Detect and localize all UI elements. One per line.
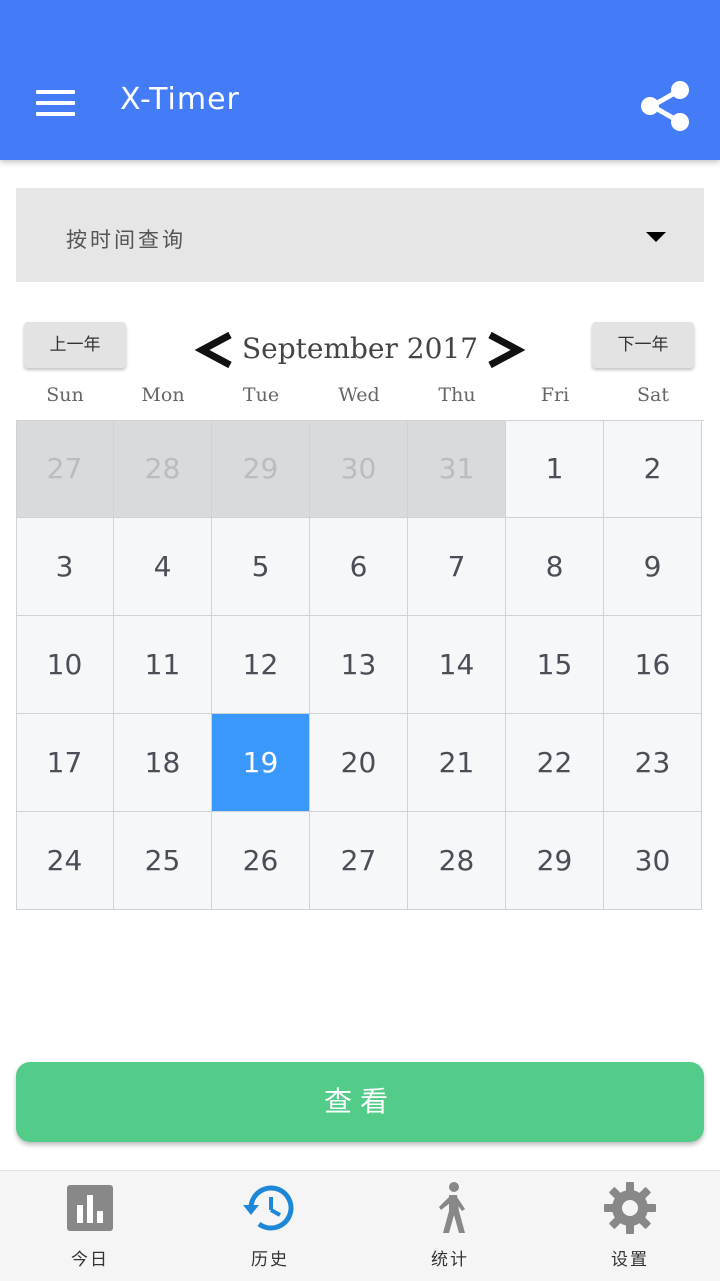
calendar-day[interactable]: 28 <box>408 812 506 910</box>
calendar-day[interactable]: 9 <box>604 518 702 616</box>
calendar-day[interactable]: 7 <box>408 518 506 616</box>
calendar-day[interactable]: 10 <box>16 616 114 714</box>
calendar-day[interactable]: 20 <box>310 714 408 812</box>
weekday-thu: Thu <box>438 384 476 406</box>
weekday-tue: Tue <box>242 384 280 406</box>
next-year-button[interactable]: 下一年 <box>592 322 694 368</box>
calendar-day[interactable]: 4 <box>114 518 212 616</box>
calendar-day[interactable]: 14 <box>408 616 506 714</box>
calendar-day[interactable]: 19 <box>212 714 310 812</box>
calendar-day-outside-month[interactable]: 29 <box>212 420 310 518</box>
month-label: September 2017 <box>241 332 479 365</box>
bottom-navigation: 今日 历史 统计 设置 <box>0 1170 720 1281</box>
weekday-wed: Wed <box>338 384 380 406</box>
prev-year-button[interactable]: 上一年 <box>24 322 126 368</box>
hamburger-menu-icon[interactable] <box>36 88 76 118</box>
next-month-arrow-icon[interactable] <box>482 330 528 370</box>
calendar-day[interactable]: 25 <box>114 812 212 910</box>
calendar-day[interactable]: 21 <box>408 714 506 812</box>
weekday-fri: Fri <box>540 384 570 406</box>
gear-icon <box>604 1182 656 1234</box>
calendar-day[interactable]: 30 <box>604 812 702 910</box>
nav-history-label: 历史 <box>251 1250 289 1270</box>
weekday-header: Sun Mon Tue Wed Thu Fri Sat <box>16 384 704 414</box>
app-title: X-Timer <box>120 82 240 117</box>
nav-today-label: 今日 <box>71 1250 109 1270</box>
calendar-day[interactable]: 18 <box>114 714 212 812</box>
calendar-day[interactable]: 23 <box>604 714 702 812</box>
caret-down-icon <box>646 232 666 242</box>
calendar-day[interactable]: 6 <box>310 518 408 616</box>
prev-month-arrow-icon[interactable] <box>192 330 238 370</box>
calendar-day[interactable]: 27 <box>310 812 408 910</box>
calendar-day[interactable]: 5 <box>212 518 310 616</box>
calendar-day[interactable]: 8 <box>506 518 604 616</box>
calendar-day-outside-month[interactable]: 27 <box>16 420 114 518</box>
calendar-day-outside-month[interactable]: 28 <box>114 420 212 518</box>
calendar-day[interactable]: 15 <box>506 616 604 714</box>
calendar-day[interactable]: 17 <box>16 714 114 812</box>
bar-chart-icon <box>67 1185 113 1231</box>
calendar-day[interactable]: 12 <box>212 616 310 714</box>
calendar-day[interactable]: 2 <box>604 420 702 518</box>
calendar-day[interactable]: 22 <box>506 714 604 812</box>
calendar-day[interactable]: 26 <box>212 812 310 910</box>
app-bar: X-Timer <box>0 0 720 160</box>
calendar-day[interactable]: 13 <box>310 616 408 714</box>
calendar-day[interactable]: 1 <box>506 420 604 518</box>
weekday-mon: Mon <box>141 384 185 406</box>
nav-settings-label: 设置 <box>611 1250 649 1270</box>
calendar-day[interactable]: 3 <box>16 518 114 616</box>
share-icon[interactable] <box>636 78 694 136</box>
calendar-day-outside-month[interactable]: 30 <box>310 420 408 518</box>
nav-settings[interactable]: 设置 <box>540 1171 720 1281</box>
calendar-day[interactable]: 29 <box>506 812 604 910</box>
query-filter-dropdown[interactable]: 按时间查询 <box>16 188 704 282</box>
nav-history[interactable]: 历史 <box>180 1171 360 1281</box>
calendar-day-outside-month[interactable]: 31 <box>408 420 506 518</box>
calendar-day[interactable]: 16 <box>604 616 702 714</box>
walking-person-icon <box>439 1182 465 1233</box>
history-icon <box>243 1185 294 1231</box>
weekday-sun: Sun <box>46 384 84 406</box>
calendar-day[interactable]: 24 <box>16 812 114 910</box>
calendar-day[interactable]: 11 <box>114 616 212 714</box>
nav-statistics-label: 统计 <box>431 1250 469 1270</box>
view-button[interactable]: 查看 <box>16 1062 704 1142</box>
nav-statistics[interactable]: 统计 <box>360 1171 540 1281</box>
calendar-grid: 27 28 29 30 31 1 2 3 4 5 6 7 8 9 10 11 12 13 14 15 16 17 18 19 2… <box>16 420 704 910</box>
weekday-sat: Sat <box>637 384 669 406</box>
nav-today[interactable]: 今日 <box>0 1171 180 1281</box>
query-filter-label: 按时间查询 <box>66 228 186 252</box>
